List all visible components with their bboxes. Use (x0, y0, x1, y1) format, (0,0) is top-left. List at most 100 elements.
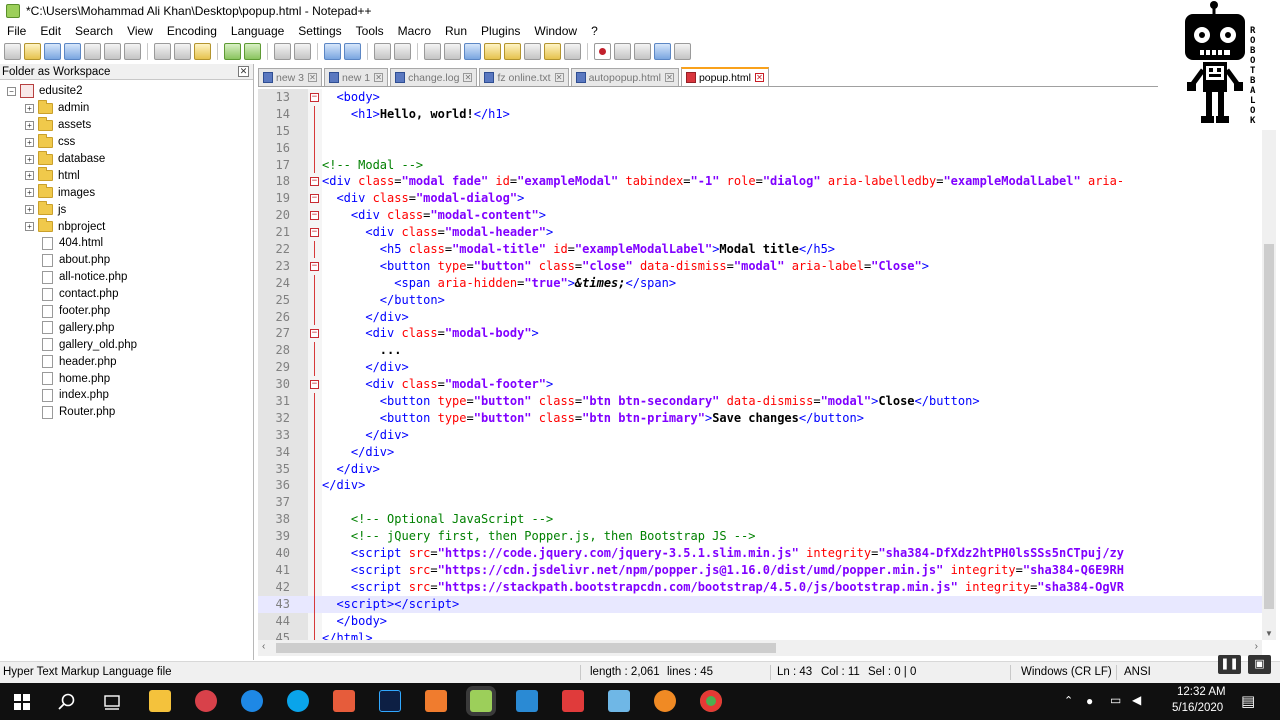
udl-icon[interactable] (484, 42, 501, 60)
code-text[interactable]: <div class="modal-content"> (322, 207, 546, 224)
fold-toggle-icon[interactable]: − (310, 194, 319, 204)
code-line[interactable]: 24 <span aria-hidden="true">&times;</spa… (258, 274, 1262, 292)
close-all-icon[interactable] (104, 42, 121, 60)
close-tab-icon[interactable]: ✕ (664, 73, 674, 82)
tab-new-1[interactable]: new 1 ✕ (324, 68, 389, 86)
tree-folder[interactable]: + assets (0, 116, 253, 134)
redo-icon[interactable] (244, 42, 261, 60)
scroll-down-icon[interactable]: ▼ (1265, 629, 1273, 638)
volume-icon[interactable]: ◀ (1132, 693, 1141, 707)
fold-toggle-icon[interactable]: − (310, 329, 319, 339)
sublime-icon[interactable] (333, 690, 355, 712)
code-line[interactable]: 23 − <button type="button" class="close" … (258, 258, 1262, 275)
chrome-icon[interactable] (700, 690, 722, 712)
code-text[interactable]: <div class="modal-header"> (322, 224, 553, 241)
menu-encoding[interactable]: Encoding (160, 24, 224, 38)
code-text[interactable]: ... (322, 342, 402, 359)
menu-run[interactable]: Run (438, 24, 474, 38)
xampp-icon[interactable] (425, 690, 447, 712)
code-text[interactable]: <!-- Optional JavaScript --> (322, 511, 553, 528)
menu-window[interactable]: Window (527, 24, 584, 38)
tree-folder[interactable]: + admin (0, 99, 253, 117)
code-text[interactable]: <script></script> (322, 596, 459, 613)
code-text[interactable]: </div> (322, 427, 408, 444)
save-icon[interactable] (44, 42, 61, 60)
tree-folder[interactable]: + images (0, 184, 253, 201)
tree-file[interactable]: header.php (0, 353, 253, 370)
menu-view[interactable]: View (120, 24, 160, 38)
vertical-scrollbar[interactable]: ▲ ▼ (1262, 89, 1276, 640)
code-text[interactable]: <div class="modal-footer"> (322, 376, 553, 393)
code-line[interactable]: 19 − <div class="modal-dialog"> (258, 190, 1262, 207)
tree-root[interactable]: − edusite2 (0, 83, 253, 100)
code-line[interactable]: 39 <!-- jQuery first, then Popper.js, th… (258, 528, 1262, 546)
record-macro-icon[interactable] (594, 42, 611, 60)
new-file-icon[interactable] (4, 42, 21, 60)
paste-icon[interactable] (194, 42, 211, 60)
menu-language[interactable]: Language (224, 24, 291, 38)
scroll-left-icon[interactable]: ‹ (262, 641, 265, 652)
photoshop-icon[interactable] (379, 690, 401, 712)
folder-workspace-icon[interactable] (544, 42, 561, 60)
fold-toggle-icon[interactable]: − (310, 93, 319, 102)
fold-toggle-icon[interactable]: − (310, 211, 319, 221)
code-line[interactable]: 28 ... (258, 342, 1262, 360)
menu-file[interactable]: File (0, 24, 33, 38)
tree-folder[interactable]: + js (0, 201, 253, 218)
expand-icon[interactable]: + (25, 154, 34, 164)
indent-guide-icon[interactable] (464, 42, 481, 60)
zoom-out-icon[interactable] (344, 42, 361, 60)
scroll-thumb[interactable] (1264, 244, 1274, 609)
code-text[interactable]: <!-- jQuery first, then Popper.js, then … (322, 528, 756, 545)
task-view-icon[interactable] (103, 693, 121, 711)
code-text[interactable]: </div> (322, 461, 379, 478)
code-line[interactable]: 15 (258, 122, 1262, 140)
code-line[interactable]: 27 − <div class="modal-body"> (258, 325, 1262, 342)
tree-file[interactable]: contact.php (0, 286, 253, 303)
code-line[interactable]: 33 </div> (258, 426, 1262, 444)
copy-icon[interactable] (174, 42, 191, 60)
code-line[interactable]: 35 </div> (258, 460, 1262, 478)
close-tab-icon[interactable]: ✕ (554, 73, 564, 82)
tab-popup-active[interactable]: popup.html ✕ (680, 67, 769, 86)
function-list-icon[interactable] (524, 42, 541, 60)
save-macro-icon[interactable] (674, 42, 691, 60)
undo-icon[interactable] (224, 42, 241, 60)
code-text[interactable]: <div class="modal-dialog"> (322, 190, 524, 207)
tray-chevron-icon[interactable]: ⌃ (1064, 694, 1073, 707)
skype-icon[interactable] (287, 690, 309, 712)
word-wrap-icon[interactable] (424, 42, 441, 60)
tab-fz-online[interactable]: fz online.txt ✕ (479, 68, 569, 86)
app-icon[interactable] (195, 690, 217, 712)
code-line[interactable]: 31 <button type="button" class="btn btn-… (258, 393, 1262, 410)
code-line[interactable]: 25 </button> (258, 291, 1262, 309)
code-line[interactable]: 36 </div> (258, 477, 1262, 495)
scroll-thumb[interactable] (276, 643, 776, 653)
collapse-icon[interactable]: − (7, 86, 16, 96)
notification-icon[interactable]: ▤ (1241, 692, 1255, 710)
code-line[interactable]: 13 − <body> (258, 89, 1262, 106)
expand-icon[interactable]: + (25, 103, 34, 113)
code-text[interactable]: <button type="button" class="btn btn-pri… (322, 410, 864, 427)
code-line[interactable]: 22 <h5 class="modal-title" id="exampleMo… (258, 241, 1262, 258)
menu-macro[interactable]: Macro (391, 24, 438, 38)
code-line[interactable]: 20 − <div class="modal-content"> (258, 207, 1262, 224)
expand-icon[interactable]: + (25, 205, 34, 215)
virtualbox-icon[interactable] (608, 690, 630, 712)
code-line[interactable]: 14 <h1>Hello, world!</h1> (258, 105, 1262, 123)
edge-icon[interactable] (241, 690, 263, 712)
sync-horizontal-icon[interactable] (394, 42, 411, 60)
tab-autopopup[interactable]: autopopup.html ✕ (570, 68, 679, 86)
menu-tools[interactable]: Tools (349, 24, 391, 38)
code-editor[interactable]: 13− <body> 14 <h1>Hello, world!</h1> 15 16 1… (258, 89, 1262, 640)
code-line[interactable]: 38 <!-- Optional JavaScript --> (258, 511, 1262, 529)
code-text[interactable]: </html> (322, 630, 373, 641)
tray-date[interactable]: 5/16/2020 (1172, 702, 1223, 714)
code-line[interactable]: 18 − <div class="modal fade" id="exampleMo… (258, 173, 1262, 190)
tree-folder[interactable]: + database (0, 150, 253, 168)
menu-search[interactable]: Search (68, 24, 120, 38)
code-line[interactable]: 43 <script></script> (258, 595, 1262, 613)
code-line[interactable]: 30 − <div class="modal-footer"> (258, 376, 1262, 393)
save-all-icon[interactable] (64, 42, 81, 60)
microphone-icon[interactable]: ● (1086, 694, 1093, 708)
